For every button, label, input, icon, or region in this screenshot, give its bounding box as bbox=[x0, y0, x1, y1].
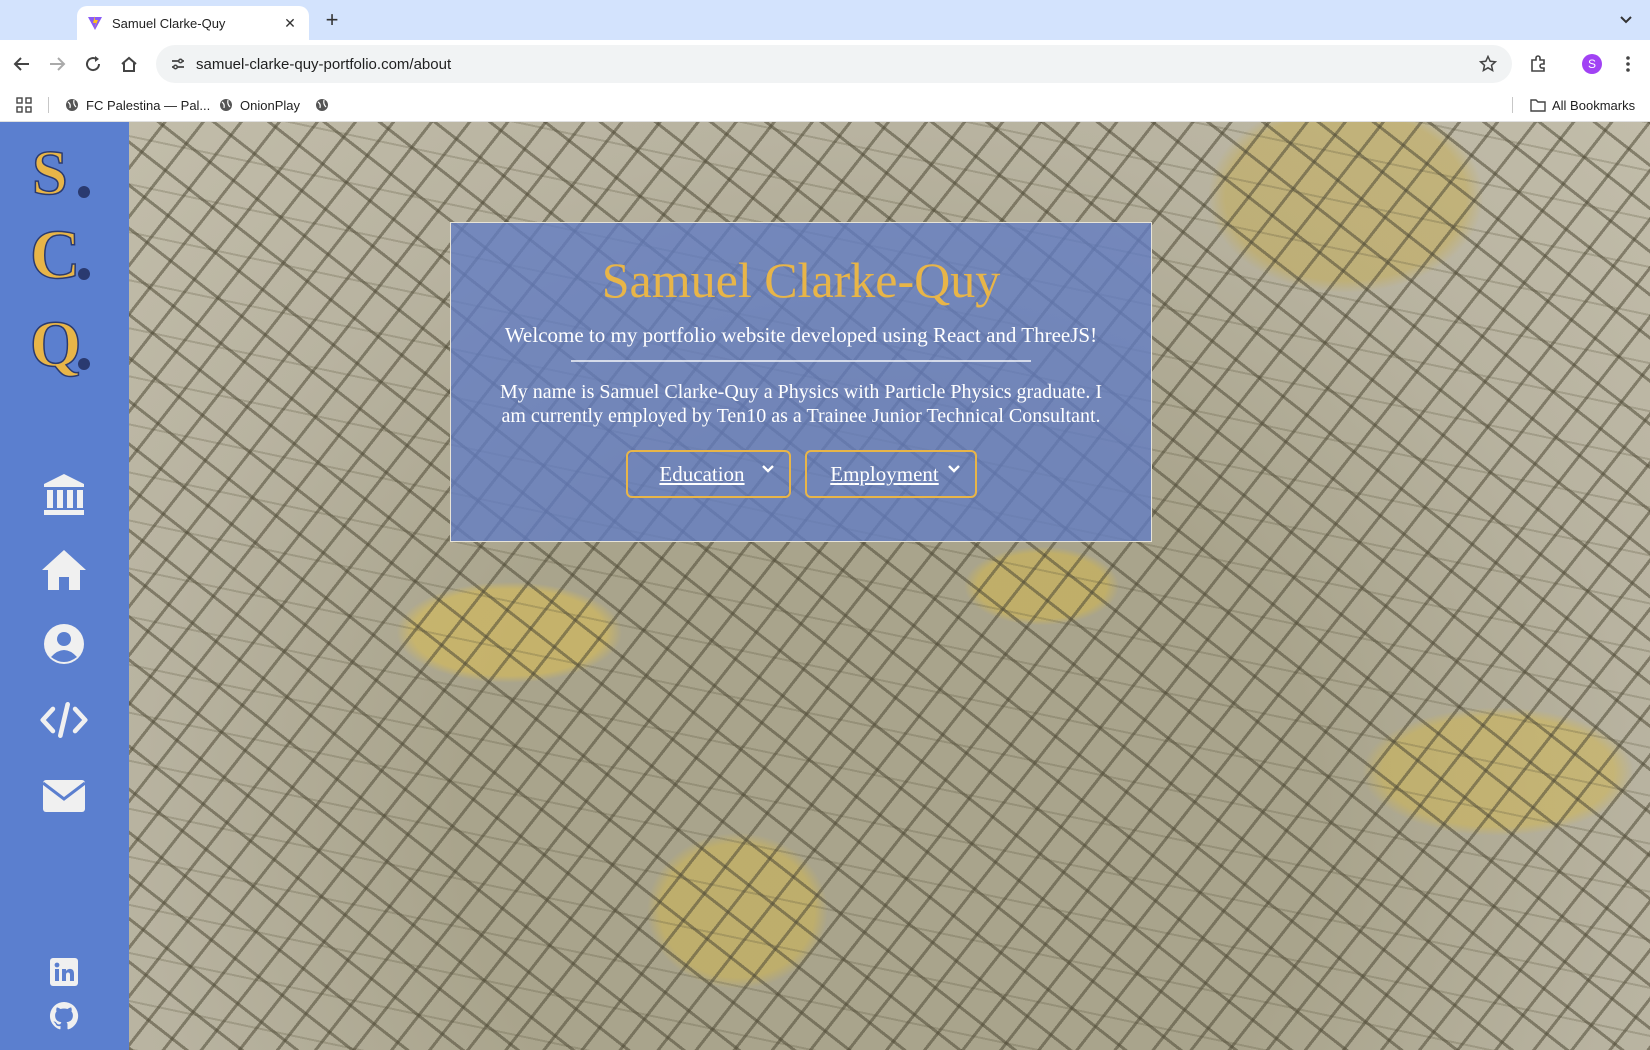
welcome-text: Welcome to my portfolio website develope… bbox=[504, 323, 1098, 347]
bookmark-star-icon[interactable] bbox=[1476, 52, 1500, 76]
github-icon bbox=[49, 1001, 79, 1030]
bookmark-untitled[interactable] bbox=[314, 94, 336, 116]
tab-active[interactable]: Samuel Clarke-Quy ✕ bbox=[77, 6, 309, 40]
sidebar: S C Q bbox=[0, 122, 129, 1050]
user-icon bbox=[44, 624, 84, 664]
logo-q[interactable]: Q bbox=[30, 310, 98, 378]
bookmarks-separator bbox=[1512, 97, 1513, 113]
profile-avatar: S bbox=[1582, 54, 1602, 74]
arrow-right-icon bbox=[50, 57, 66, 71]
institution-icon bbox=[44, 474, 84, 515]
page-title: Samuel Clarke-Quy bbox=[601, 252, 1001, 308]
home-icon bbox=[42, 550, 86, 590]
linkedin-link[interactable] bbox=[40, 948, 88, 996]
all-bookmarks-button[interactable]: All Bookmarks bbox=[1530, 94, 1635, 116]
globe-icon bbox=[314, 97, 330, 113]
logo-letter: Q bbox=[30, 310, 81, 378]
tab-title: Samuel Clarke-Quy bbox=[112, 15, 226, 31]
apps-button[interactable] bbox=[16, 94, 32, 116]
folder-icon bbox=[1530, 97, 1546, 113]
intro-card: Samuel Clarke-Quy Welcome to my portfoli… bbox=[450, 222, 1152, 542]
puzzle-icon bbox=[1531, 55, 1545, 72]
divider bbox=[571, 360, 1031, 362]
arrow-left-icon bbox=[13, 57, 29, 71]
apps-grid-icon bbox=[16, 97, 32, 113]
all-bookmarks-label: All Bookmarks bbox=[1552, 97, 1636, 113]
dropdown-buttons: Education Employment bbox=[451, 450, 1151, 498]
nav-contact-button[interactable] bbox=[40, 772, 88, 820]
bookmarks-separator bbox=[48, 97, 49, 113]
reload-icon bbox=[86, 56, 101, 72]
globe-icon bbox=[64, 97, 80, 113]
bookmark-fc-palestina[interactable]: FC Palestina — Pal... bbox=[64, 94, 210, 116]
home-outline-icon bbox=[121, 56, 137, 72]
education-button-label: Education bbox=[659, 461, 745, 486]
employment-button-label: Employment bbox=[830, 461, 939, 486]
kebab-menu-icon bbox=[1626, 56, 1630, 72]
new-tab-button[interactable]: + bbox=[318, 6, 346, 34]
reload-button[interactable] bbox=[79, 50, 107, 78]
bio-text: My name is Samuel Clarke-Quy a Physics w… bbox=[499, 381, 1103, 427]
home-button[interactable] bbox=[115, 50, 143, 78]
forward-button[interactable] bbox=[43, 50, 71, 78]
back-button[interactable] bbox=[8, 50, 36, 78]
chevron-down-icon bbox=[761, 465, 774, 473]
bookmarks-bar: FC Palestina — Pal... OnionPlay All Book… bbox=[0, 88, 1650, 122]
browser-toolbar: samuel-clarke-quy-portfolio.com/about S bbox=[0, 40, 1650, 88]
url-text: samuel-clarke-quy-portfolio.com/about bbox=[196, 55, 452, 73]
employment-dropdown-button[interactable]: Employment bbox=[804, 450, 977, 498]
profile-button[interactable]: S bbox=[1578, 50, 1606, 78]
nav-projects-button[interactable] bbox=[40, 696, 88, 744]
code-icon bbox=[40, 702, 88, 738]
site-settings-icon[interactable] bbox=[166, 52, 190, 76]
mail-icon bbox=[42, 780, 86, 812]
tab-strip: Samuel Clarke-Quy ✕ + bbox=[0, 0, 1650, 40]
page-viewport: S C Q Samuel Clarke-Quy Welcome to my po… bbox=[0, 122, 1650, 1050]
logo-letter: C bbox=[30, 220, 81, 288]
chevron-down-icon bbox=[947, 465, 960, 473]
bookmark-label: FC Palestina — Pal... bbox=[86, 97, 211, 113]
logo-c[interactable]: C bbox=[30, 220, 98, 288]
logo-s[interactable]: S bbox=[30, 138, 98, 206]
bookmark-onionplay[interactable]: OnionPlay bbox=[218, 94, 300, 116]
extensions-button[interactable] bbox=[1524, 50, 1552, 78]
nav-home-button[interactable] bbox=[40, 546, 88, 594]
tab-search-chevron-icon[interactable] bbox=[1614, 8, 1638, 32]
bookmark-label: OnionPlay bbox=[240, 97, 300, 113]
github-link[interactable] bbox=[40, 992, 88, 1040]
tab-close-icon[interactable]: ✕ bbox=[281, 15, 299, 32]
nav-education-button[interactable] bbox=[40, 470, 88, 518]
education-dropdown-button[interactable]: Education bbox=[625, 450, 791, 498]
address-bar[interactable]: samuel-clarke-quy-portfolio.com/about bbox=[156, 45, 1512, 83]
nav-about-button[interactable] bbox=[40, 620, 88, 668]
logo-letter: S bbox=[32, 138, 68, 206]
linkedin-icon bbox=[50, 958, 78, 986]
vite-favicon-icon bbox=[88, 16, 102, 30]
globe-icon bbox=[218, 97, 234, 113]
browser-menu-button[interactable] bbox=[1614, 50, 1642, 78]
